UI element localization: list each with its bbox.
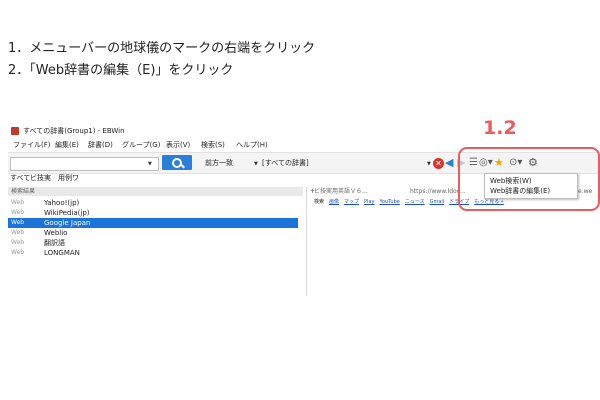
tab-examples[interactable]: 用例ワ (58, 173, 79, 184)
search-mode[interactable]: 前方一致 (205, 157, 233, 169)
menu-file[interactable]: ファイル(F) (13, 139, 51, 152)
results-header: 検索結果 (8, 187, 303, 196)
dict-dropdown-icon[interactable]: ▼ (254, 161, 258, 167)
instructions: 1．メニューバーの地球儀のマークの右端をクリック 2．「Web辞書の編集（E)」… (8, 38, 315, 82)
result-row-selected[interactable]: Web Google Japan (8, 218, 298, 228)
result-row[interactable]: Web Yahoo!(jp) (8, 198, 298, 208)
menu-group[interactable]: グループ(G) (122, 139, 160, 152)
menu-edit[interactable]: 編集(E) (55, 139, 79, 152)
dictionary-select[interactable]: [すべての辞書] (262, 157, 427, 169)
app-icon (11, 127, 19, 135)
link-news[interactable]: ニュース (405, 199, 425, 205)
clear-icon[interactable]: ✕ (433, 158, 444, 169)
result-row[interactable]: Web 翻訳語 (8, 238, 298, 248)
results-pane: 検索結果 Web Yahoo!(jp) Web WikiPedia(jp) We… (8, 187, 307, 296)
window-title: すべての辞書(Group1) - EBWin (23, 127, 125, 135)
link-gmail[interactable]: Gmail (430, 199, 445, 205)
link-play[interactable]: Play (364, 199, 374, 205)
dict-select-arrow-icon[interactable]: ▼ (427, 161, 431, 167)
menu-view[interactable]: 表示(V) (166, 139, 190, 152)
menu-dictionary[interactable]: 辞書(D) (88, 139, 113, 152)
instruction-step-1: 1．メニューバーの地球儀のマークの右端をクリック (8, 41, 316, 56)
menu-search[interactable]: 検索(S) (201, 139, 225, 152)
menu-item-web-search[interactable]: Web検索(W) (490, 176, 532, 186)
menu-item-edit-web-dictionary[interactable]: Web辞書の編集(E) (490, 186, 550, 196)
link-maps[interactable]: マップ (344, 199, 359, 205)
tab-business-tech[interactable]: ビ技実 (30, 173, 51, 184)
web-menu-popup: Web検索(W) Web辞書の編集(E) (484, 173, 578, 199)
back-arrow-icon[interactable]: ◀ (445, 156, 453, 170)
menu-help[interactable]: ヘルプ(H) (236, 139, 268, 152)
result-row[interactable]: Web Weblio (8, 228, 298, 238)
search-button[interactable] (162, 155, 192, 170)
search-input[interactable] (10, 157, 159, 171)
search-history-dropdown-icon[interactable]: ▼ (148, 161, 152, 167)
instruction-step-2: 2．「Web辞書の編集（E)」をクリック (8, 63, 234, 78)
link-youtube[interactable]: YouTube (379, 199, 399, 205)
result-row[interactable]: Web WikiPedia(jp) (8, 208, 298, 218)
link-images[interactable]: 画像 (329, 199, 339, 205)
tab-all[interactable]: すべて (10, 173, 30, 184)
result-row[interactable]: Web LONGMAN (8, 248, 298, 258)
step-label: 1.2 (483, 117, 517, 139)
link-search[interactable]: 検索 (314, 199, 324, 205)
preview-title: ビ技実用英語Ｖ６... (314, 188, 368, 195)
